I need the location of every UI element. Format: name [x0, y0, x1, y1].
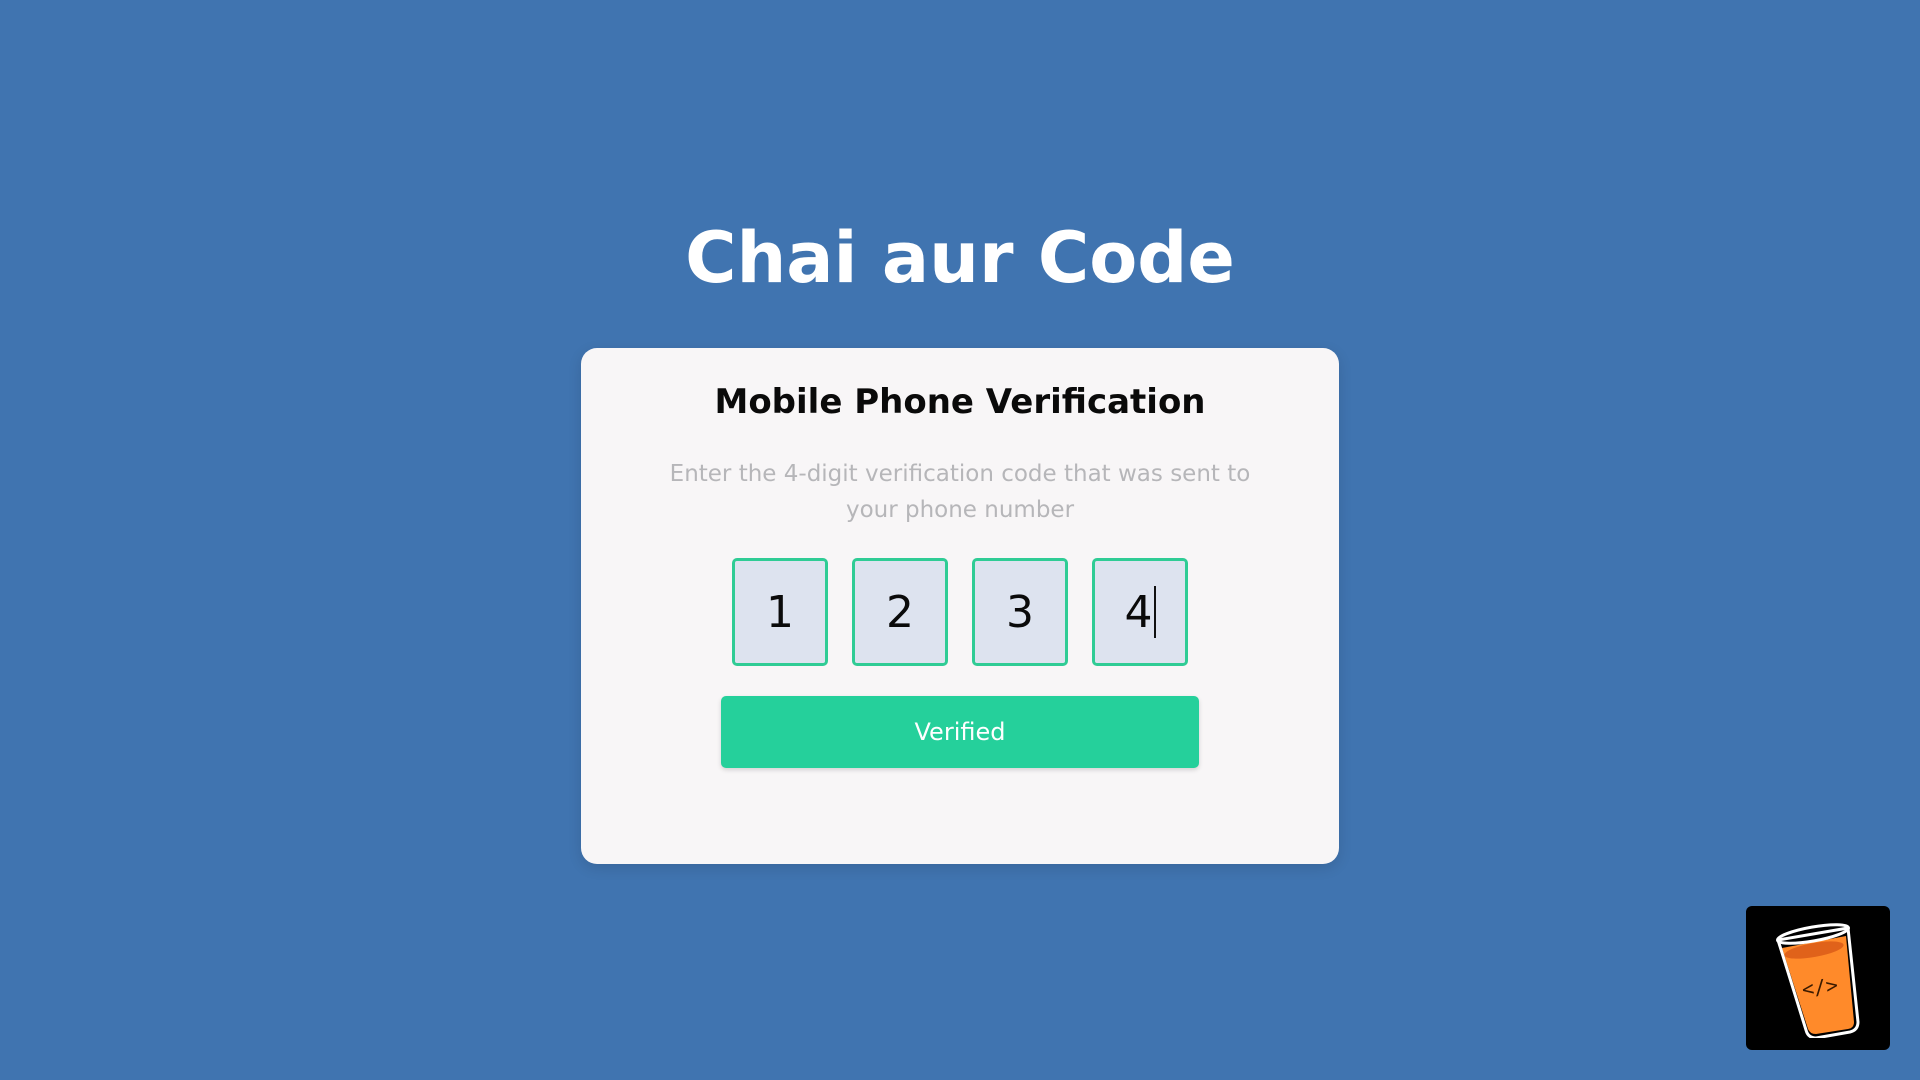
code-symbol: </>: [1800, 973, 1839, 1002]
otp-digit-1-value: 1: [766, 586, 794, 638]
otp-digit-4[interactable]: 4: [1092, 558, 1188, 666]
card-title: Mobile Phone Verification: [714, 382, 1206, 422]
verify-button[interactable]: Verified: [721, 696, 1199, 768]
otp-digit-3-value: 3: [1006, 586, 1034, 638]
otp-input-group: 1 2 3 4: [732, 558, 1188, 666]
verification-card: Mobile Phone Verification Enter the 4-di…: [581, 348, 1339, 864]
otp-digit-2-value: 2: [886, 586, 914, 638]
chai-glass-code-icon: </>: [1776, 923, 1860, 1038]
chai-aur-code-logo[interactable]: </>: [1746, 906, 1890, 1050]
otp-digit-2[interactable]: 2: [852, 558, 948, 666]
otp-digit-3[interactable]: 3: [972, 558, 1068, 666]
otp-digit-1[interactable]: 1: [732, 558, 828, 666]
otp-digit-4-value: 4: [1124, 586, 1153, 638]
otp-digit-4-wrap: 4: [1125, 586, 1156, 638]
page-title: Chai aur Code: [685, 217, 1235, 299]
text-caret: [1153, 586, 1156, 638]
card-description: Enter the 4-digit verification code that…: [669, 461, 1251, 523]
